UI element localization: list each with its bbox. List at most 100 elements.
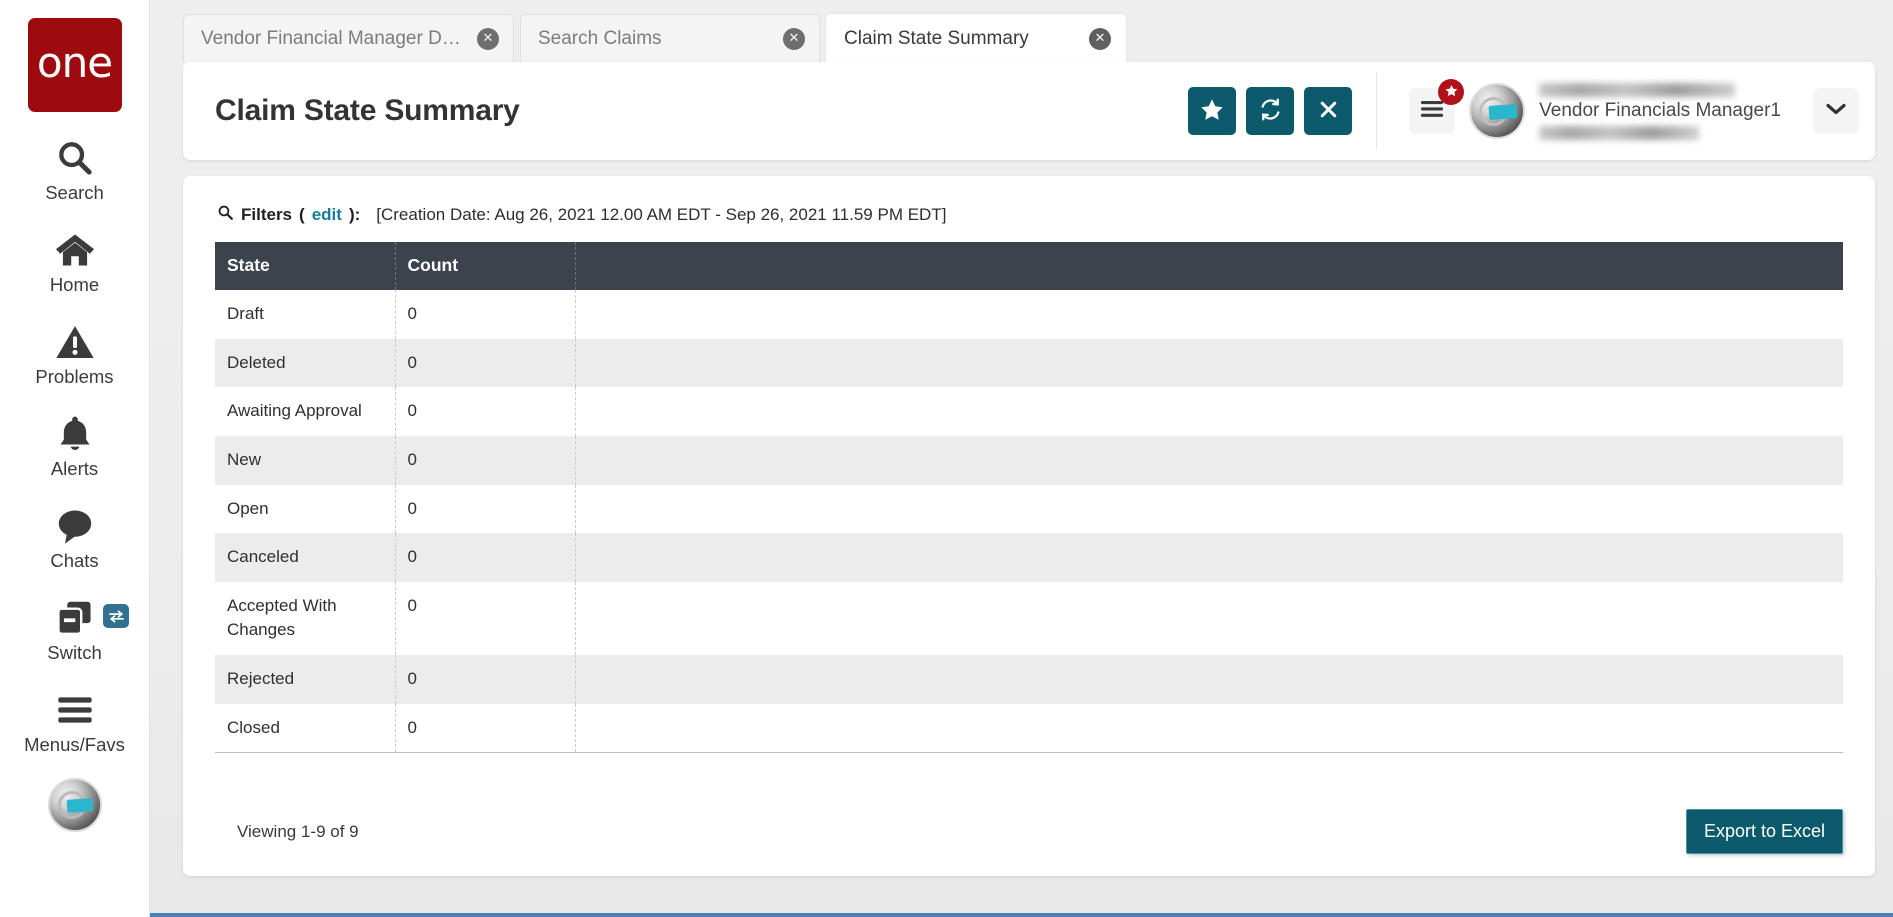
cell-state: Rejected [215,655,396,704]
hamburger-icon [1420,100,1444,123]
content-footer: Viewing 1-9 of 9 Export to Excel [215,809,1843,854]
table-row[interactable]: Awaiting Approval 0 [215,387,1843,436]
cell-count: 0 [395,338,576,388]
cell-count: 0 [395,290,576,339]
pagination-summary: Viewing 1-9 of 9 [237,821,359,841]
cell-count: 0 [395,484,576,534]
cell-count: 0 [395,435,576,485]
table-row[interactable]: Rejected 0 [215,655,1843,704]
cell-blank [575,533,1843,582]
cell-blank [575,290,1843,339]
star-icon [1445,84,1458,100]
switch-toggle-badge[interactable] [103,604,129,628]
table-head: State Count [215,242,1843,290]
x-icon [1318,99,1339,123]
user-menu-toggle[interactable] [1813,88,1859,134]
table-row[interactable]: Open 0 [215,484,1843,534]
tab-bar: Vendor Financial Manager Dash... ✕ Searc… [150,0,1893,66]
export-to-excel-button[interactable]: Export to Excel [1685,809,1843,854]
favorites-badge [1438,79,1465,105]
close-button[interactable] [1304,87,1353,135]
tab-label: Claim State Summary [844,27,1029,49]
user-avatar[interactable] [1469,83,1526,139]
sidebar-label-alerts: Alerts [50,458,99,479]
close-circle-icon[interactable]: ✕ [1089,27,1111,50]
sidebar-item-alerts[interactable]: Alerts [0,414,149,480]
column-header-state[interactable]: State [215,242,396,290]
cell-blank [575,338,1843,388]
table-body: Draft 0 Deleted 0 Awaiting Approval 0 Ne… [215,290,1843,754]
tab-label: Search Claims [538,27,662,49]
user-org-redacted [1539,125,1700,140]
table-row[interactable]: Closed 0 [215,703,1843,754]
cell-state: Deleted [215,338,396,388]
favorite-button[interactable] [1188,87,1237,135]
sidebar-item-problems[interactable]: Problems [0,322,149,388]
sidebar-item-switch[interactable]: Switch [0,598,149,664]
cell-state: Draft [215,290,396,339]
sidebar-label-home: Home [49,274,100,295]
header-action-buttons [1188,87,1376,135]
tab-claim-state-summary[interactable]: Claim State Summary ✕ [826,14,1126,66]
cell-state: New [215,435,396,485]
sidebar-item-home[interactable]: Home [0,230,149,296]
cell-state: Open [215,484,396,534]
sidebar-label-search: Search [45,182,104,203]
filters-edit-link[interactable]: edit [312,205,342,225]
cell-blank [575,435,1843,485]
close-circle-icon[interactable]: ✕ [783,27,805,50]
table-row[interactable]: Draft 0 [215,290,1843,339]
main-area: Vendor Financial Manager Dash... ✕ Searc… [150,0,1893,917]
tab-vendor-financial-manager-dashboard[interactable]: Vendor Financial Manager Dash... ✕ [183,14,514,62]
cell-count: 0 [395,703,576,754]
switch-icon-wrap [0,598,149,638]
hamburger-icon [55,690,95,730]
cell-state: Closed [215,703,396,754]
filters-label: Filters [241,205,293,224]
content-panel: Filters ( edit ): [Creation Date: Aug 26… [183,176,1875,876]
column-header-count[interactable]: Count [395,242,576,290]
cell-blank [575,703,1843,754]
page-header: Claim State Summary Vendor Financials Ma… [183,62,1875,160]
search-icon [55,138,95,178]
chevron-down-icon [1825,102,1847,121]
left-sidebar: one Search Home Problems Alerts Chats Sw… [0,0,150,917]
switch-windows-icon [54,598,96,638]
sidebar-label-chats: Chats [50,550,99,571]
filters-close-paren: ): [348,205,361,224]
user-role-label: Vendor Financials Manager1 [1539,99,1781,121]
table-row[interactable]: Accepted With Changes 0 [215,581,1843,656]
sidebar-item-menus-favs[interactable]: Menus/Favs [0,690,149,756]
tab-label: Vendor Financial Manager Dash... [201,27,461,49]
sidebar-avatar[interactable] [47,778,102,832]
table-row[interactable]: Canceled 0 [215,533,1843,582]
app-logo-text: one [36,38,113,87]
table-row[interactable]: Deleted 0 [215,338,1843,388]
cell-blank [575,387,1843,436]
cell-blank [575,581,1843,656]
tab-search-claims[interactable]: Search Claims ✕ [520,14,820,62]
cell-count: 0 [395,533,576,582]
sidebar-label-menus-favs: Menus/Favs [24,734,125,755]
cell-state: Awaiting Approval [215,387,396,436]
sidebar-label-problems: Problems [35,366,114,387]
table-header-row: State Count [215,242,1843,290]
cell-count: 0 [395,387,576,436]
sidebar-item-search[interactable]: Search [0,138,149,204]
column-header-blank [575,242,1843,290]
refresh-button[interactable] [1246,87,1295,135]
app-logo[interactable]: one [27,18,122,112]
refresh-icon [1258,97,1283,125]
sidebar-item-chats[interactable]: Chats [0,506,149,572]
page-title: Claim State Summary [215,94,520,127]
cell-count: 0 [395,581,576,656]
menus-favs-button[interactable] [1409,79,1465,134]
close-circle-icon[interactable]: ✕ [477,27,499,50]
warning-triangle-icon [55,322,95,362]
cell-state: Accepted With Changes [215,581,396,656]
table-row[interactable]: New 0 [215,435,1843,485]
bottom-status-bar [0,913,1893,917]
sidebar-label-switch: Switch [47,642,102,663]
cell-count: 0 [395,655,576,704]
search-icon [217,204,234,226]
